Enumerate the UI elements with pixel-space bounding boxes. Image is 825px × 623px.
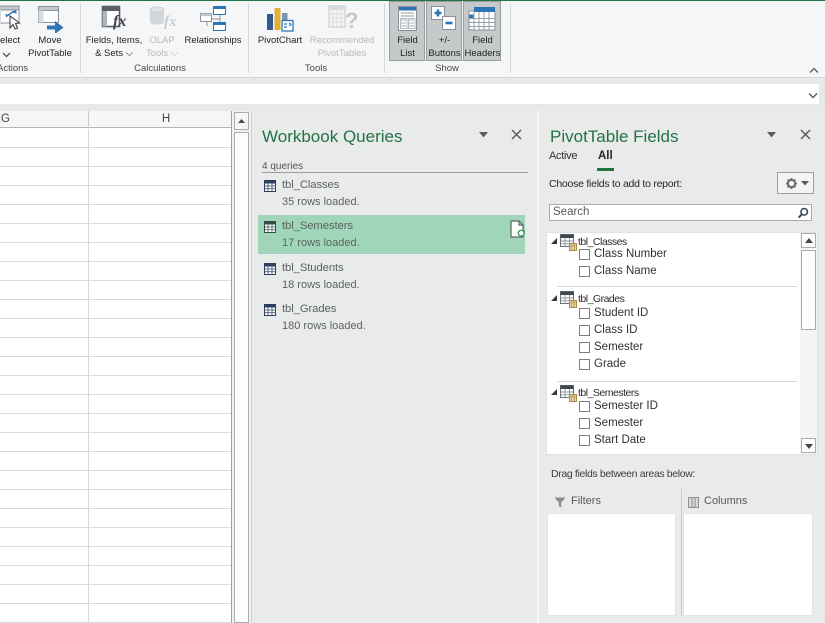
svg-text:fx: fx	[164, 14, 176, 30]
svg-text:fx: fx	[113, 13, 126, 30]
svg-text:?: ?	[345, 8, 358, 32]
